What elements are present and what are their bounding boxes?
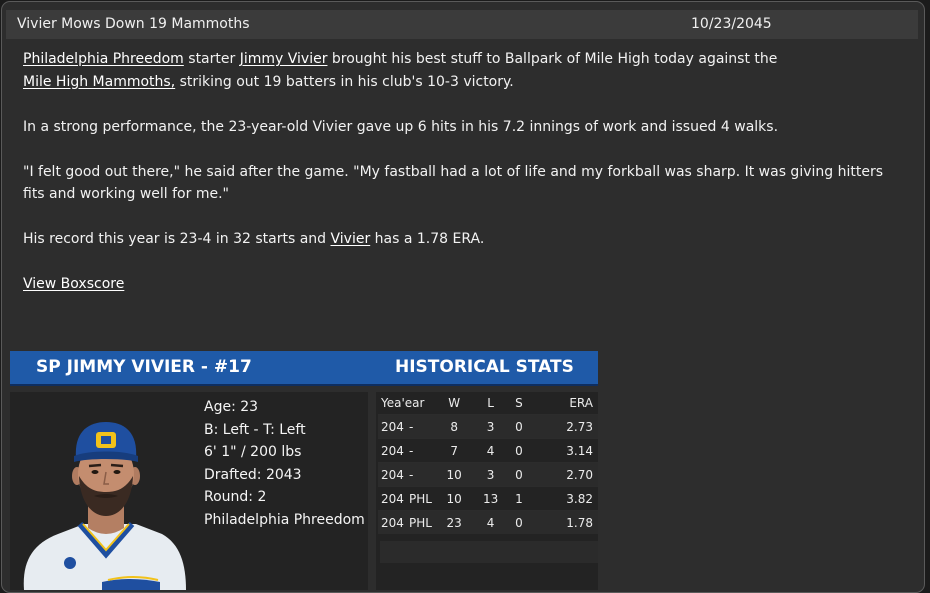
cell-era: 3.82 xyxy=(529,486,598,511)
col-l[interactable]: L xyxy=(472,392,508,415)
cell-w: 8 xyxy=(436,414,473,439)
cell-era: 3.14 xyxy=(529,438,598,463)
bio-bats-throws: B: Left - T: Left xyxy=(204,421,306,438)
cell-w: 7 xyxy=(436,438,473,463)
bio-height-weight: 6' 1" / 200 lbs xyxy=(204,444,302,461)
paragraph-text: has a 1.78 ERA. xyxy=(370,231,485,247)
table-row: 204 PHL 23 4 0 1.78 xyxy=(378,510,598,534)
paragraph-text: brought his best stuff to Ballpark of Mi… xyxy=(327,51,778,67)
cell-s: 0 xyxy=(508,438,530,463)
table-row: 204 - 10 3 0 2.70 xyxy=(378,462,598,487)
table-row: 204 - 7 4 0 3.14 xyxy=(378,438,598,463)
cell-s: 0 xyxy=(508,462,530,487)
article-date: 10/23/2045 xyxy=(691,16,772,32)
article-title-bar: Vivier Mows Down 19 Mammoths 10/23/2045 xyxy=(6,10,918,39)
article-body: Philadelphia Phreedom starter Jimmy Vivi… xyxy=(23,48,903,296)
news-panel: Vivier Mows Down 19 Mammoths 10/23/2045 … xyxy=(1,1,925,593)
team-link[interactable]: Philadelphia Phreedom xyxy=(23,51,184,67)
paragraph-3: "I felt good out there," he said after t… xyxy=(23,163,884,203)
col-year[interactable]: Yea'ear xyxy=(378,392,436,415)
cell-era: 2.70 xyxy=(529,462,598,487)
player-bio: Age: 23 B: Left - T: Left 6' 1" / 200 lb… xyxy=(204,396,365,532)
cell-team: - xyxy=(408,414,436,439)
bio-drafted: Drafted: 2043 xyxy=(204,466,302,483)
paragraph-1: Philadelphia Phreedom starter Jimmy Vivi… xyxy=(23,48,903,93)
cell-team: PHL xyxy=(408,486,436,511)
paragraph-2: In a strong performance, the 23-year-old… xyxy=(23,118,779,135)
cell-l: 4 xyxy=(472,438,509,463)
cell-s: 0 xyxy=(508,414,530,439)
bio-team[interactable]: Philadelphia Phreedom xyxy=(204,509,365,532)
cell-team: - xyxy=(408,438,436,463)
cell-era: 1.78 xyxy=(529,510,598,534)
cell-l: 3 xyxy=(472,414,509,439)
cell-w: 23 xyxy=(436,510,473,534)
paragraph-4: His record this year is 23-4 in 32 start… xyxy=(23,228,903,251)
table-row: 204 PHL 10 13 1 3.82 xyxy=(378,486,598,511)
historical-stats-title: HISTORICAL STATS xyxy=(395,357,574,377)
cell-l: 3 xyxy=(472,462,509,487)
stats-total-row xyxy=(380,541,598,563)
cell-l: 4 xyxy=(472,510,509,534)
cell-s: 1 xyxy=(508,486,530,511)
col-era[interactable]: ERA xyxy=(529,392,598,415)
player-portrait-icon xyxy=(23,422,186,590)
cell-w: 10 xyxy=(436,462,473,487)
cell-era: 2.73 xyxy=(529,414,598,439)
cell-s: 0 xyxy=(508,510,530,534)
stats-header-row: Yea'ear W L S ERA xyxy=(378,392,598,415)
cell-year: 204 xyxy=(378,486,408,511)
bio-age: Age: 23 xyxy=(204,399,259,415)
cell-team: PHL xyxy=(408,510,436,534)
cell-year: 204 xyxy=(378,510,408,534)
table-row: 204 - 8 3 0 2.73 xyxy=(378,414,598,439)
paragraph-text: His record this year is 23-4 in 32 start… xyxy=(23,231,331,247)
col-s[interactable]: S xyxy=(509,392,529,415)
cell-year: 204 xyxy=(378,438,408,463)
player-link[interactable]: Vivier xyxy=(331,231,371,247)
player-card-name[interactable]: SP JIMMY VIVIER - #17 xyxy=(36,357,252,377)
player-card-header: SP JIMMY VIVIER - #17 HISTORICAL STATS xyxy=(10,351,598,386)
view-boxscore-link[interactable]: View Boxscore xyxy=(23,276,124,292)
historical-stats-table: Yea'ear W L S ERA 204 - 8 3 0 2.73 204 -… xyxy=(376,392,598,590)
opponent-link[interactable]: Mile High Mammoths, xyxy=(23,74,175,90)
cell-l: 13 xyxy=(472,486,509,511)
col-w[interactable]: W xyxy=(436,392,472,415)
cell-year: 204 xyxy=(378,414,408,439)
cell-year: 204 xyxy=(378,462,408,487)
cell-team: - xyxy=(408,462,436,487)
paragraph-text: starter xyxy=(183,51,240,67)
paragraph-text: striking out 19 batters in his club's 10… xyxy=(175,73,514,90)
article-title: Vivier Mows Down 19 Mammoths xyxy=(17,16,250,32)
player-info-box: Age: 23 B: Left - T: Left 6' 1" / 200 lb… xyxy=(10,392,368,590)
player-link[interactable]: Jimmy Vivier xyxy=(240,51,328,67)
cell-w: 10 xyxy=(436,486,473,511)
boxscore-paragraph: View Boxscore xyxy=(23,273,903,296)
bio-round: Round: 2 xyxy=(204,489,267,506)
